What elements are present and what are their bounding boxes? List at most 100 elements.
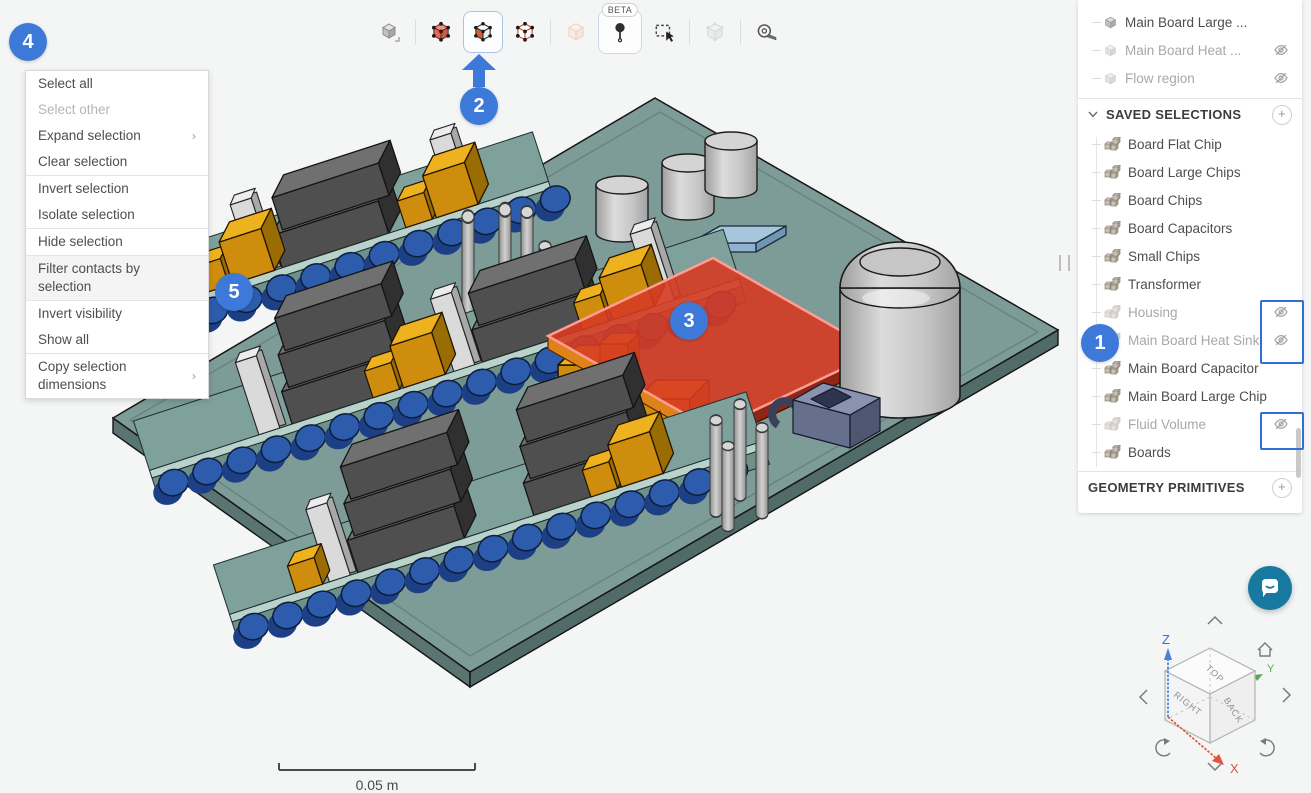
menu-item-expand-selection[interactable]: Expand selection› (26, 123, 208, 149)
saved-selection-small-chips[interactable]: Small Chips (1078, 242, 1302, 270)
saved-selection-transformer[interactable]: Transformer (1078, 270, 1302, 298)
item-label: Board Chips (1128, 193, 1202, 208)
menu-item-clear-selection[interactable]: Clear selection (26, 149, 208, 175)
select-vertices-icon (514, 21, 536, 43)
context-menu: Select allSelect otherExpand selection›C… (25, 70, 209, 399)
navigation-gizmo: Y TOP RIGHT BACK Z X (1120, 600, 1310, 786)
z-axis-label: Z (1162, 632, 1170, 647)
saved-selection-board-large-chips[interactable]: Board Large Chips (1078, 158, 1302, 186)
annotation-arrow (458, 54, 500, 88)
saved-selection-board-capacitors[interactable]: Board Capacitors (1078, 214, 1302, 242)
frame-selection-button[interactable] (697, 13, 733, 51)
annotation-marker-1: 1 (1081, 324, 1119, 362)
rotate-left-chevron[interactable] (1140, 690, 1147, 704)
tree-item-flow-region[interactable]: Flow region (1078, 64, 1302, 92)
select-volumes-button[interactable] (423, 13, 459, 51)
item-label: Housing (1128, 305, 1178, 320)
cube-icon (1103, 43, 1118, 58)
roll-ccw-button[interactable] (1156, 738, 1170, 756)
scale-bar-line (278, 758, 476, 771)
item-label: Main Board Large ... (1125, 15, 1247, 30)
saved-selection-main-board-large-chip[interactable]: Main Board Large Chip (1078, 382, 1302, 410)
add-saved-selection-button[interactable]: + (1272, 105, 1292, 125)
cube-icon (378, 20, 402, 44)
annotation-marker-4: 4 (9, 23, 47, 61)
menu-item-invert-selection[interactable]: Invert selection (26, 176, 208, 202)
annotation-marker-5: 5 (215, 273, 253, 311)
selection-group-icon (1103, 445, 1121, 459)
panel-resize-handle[interactable] (1059, 255, 1070, 271)
menu-item-show-all[interactable]: Show all (26, 327, 208, 353)
tree-tick (1092, 172, 1101, 173)
submenu-arrow-icon: › (192, 127, 196, 145)
selection-group-icon (1103, 361, 1121, 375)
geometry-tree: Main Board Large ... Main Board Heat ... F… (1078, 0, 1302, 92)
menu-item-invert-visibility[interactable]: Invert visibility (26, 301, 208, 327)
visibility-off-icon[interactable] (1273, 70, 1289, 86)
beta-badge: BETA (602, 3, 638, 17)
measure-button[interactable] (748, 13, 784, 51)
rotate-right-chevron[interactable] (1283, 688, 1290, 702)
saved-selections-header[interactable]: SAVED SELECTIONS + (1078, 98, 1302, 130)
measure-tape-icon (755, 21, 777, 43)
item-label: Main Board Heat Sink (1128, 333, 1259, 348)
geometry-primitives-title: GEOMETRY PRIMITIVES (1088, 480, 1245, 495)
selection-group-icon (1103, 137, 1121, 151)
probe-point-icon (609, 21, 631, 43)
menu-item-copy-selection-dimensions[interactable]: Copy selection dimensions› (26, 354, 208, 398)
geometry-primitives-header[interactable]: GEOMETRY PRIMITIVES + (1078, 471, 1302, 503)
selection-group-icon (1103, 389, 1121, 403)
item-label: Main Board Large Chip (1128, 389, 1267, 404)
select-vertices-button[interactable] (507, 13, 543, 51)
scene-tree-panel: Main Board Large ... Main Board Heat ... F… (1078, 0, 1302, 513)
chat-bubble-icon (1258, 576, 1282, 600)
box-select-icon (653, 21, 675, 43)
item-label: Boards (1128, 445, 1171, 460)
menu-item-hide-selection[interactable]: Hide selection (26, 229, 208, 255)
select-faces-button[interactable] (463, 11, 503, 53)
tree-tick (1092, 228, 1101, 229)
item-label: Flow region (1125, 71, 1195, 86)
tree-tick (1092, 50, 1101, 51)
tree-tick (1092, 22, 1101, 23)
selection-group-icon (1103, 305, 1121, 319)
visibility-highlight-box-2 (1260, 412, 1304, 450)
home-view-button[interactable] (1258, 643, 1272, 656)
item-label: Board Capacitors (1128, 221, 1232, 236)
chat-support-button[interactable] (1248, 566, 1292, 610)
viewcube[interactable]: TOP RIGHT BACK (1165, 648, 1255, 743)
selection-group-icon (1103, 249, 1121, 263)
tree-tick (1092, 200, 1101, 201)
menu-item-isolate-selection[interactable]: Isolate selection (26, 202, 208, 228)
toolbar-separator (550, 19, 551, 45)
select-bodies-button[interactable] (558, 13, 594, 51)
tree-tick (1092, 284, 1101, 285)
roll-cw-button[interactable] (1260, 738, 1274, 756)
scale-bar: 0.05 m (278, 758, 476, 793)
add-geometry-primitive-button[interactable]: + (1272, 478, 1292, 498)
y-axis-label: Y (1267, 663, 1275, 675)
item-label: Transformer (1128, 277, 1201, 292)
wireframe-cube-icon (704, 21, 726, 43)
selection-mode-button[interactable] (372, 13, 408, 51)
tree-item-main-board-heat-[interactable]: Main Board Heat ... (1078, 36, 1302, 64)
visibility-off-icon[interactable] (1273, 42, 1289, 58)
tree-tick (1092, 78, 1101, 79)
toolbar-separator (689, 19, 690, 45)
box-select-button[interactable] (646, 13, 682, 51)
saved-selection-board-flat-chip[interactable]: Board Flat Chip (1078, 130, 1302, 158)
cube-icon (1103, 15, 1118, 30)
menu-item-filter-contacts-by-selection[interactable]: Filter contacts by selection (26, 256, 208, 300)
saved-selection-board-chips[interactable]: Board Chips (1078, 186, 1302, 214)
selection-group-icon (1103, 417, 1121, 431)
tree-tick (1092, 424, 1101, 425)
selection-group-icon (1103, 165, 1121, 179)
probe-point-button[interactable]: BETA (598, 10, 642, 54)
menu-item-select-all[interactable]: Select all (26, 71, 208, 97)
visibility-highlight-box-1 (1260, 300, 1304, 364)
rotate-up-chevron[interactable] (1208, 617, 1222, 624)
tree-item-main-board-large-[interactable]: Main Board Large ... (1078, 8, 1302, 36)
rotate-down-chevron[interactable] (1208, 763, 1222, 770)
chevron-down-icon (1088, 111, 1098, 118)
item-label: Fluid Volume (1128, 417, 1206, 432)
